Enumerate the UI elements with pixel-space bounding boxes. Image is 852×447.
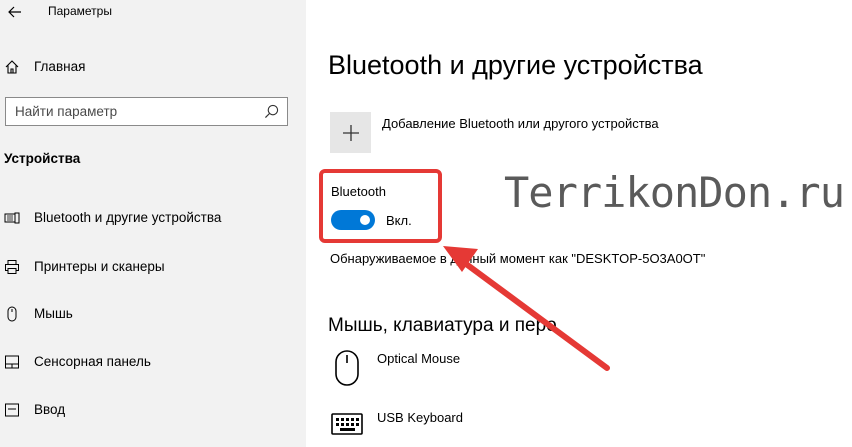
sidebar-item-label: Мышь bbox=[34, 306, 73, 321]
add-device-button[interactable]: Добавление Bluetooth или другого устройс… bbox=[330, 112, 710, 153]
mouse-icon bbox=[335, 350, 359, 386]
add-tile bbox=[330, 112, 371, 153]
sidebar-item-label: Bluetooth и другие устройства bbox=[34, 210, 222, 225]
home-label: Главная bbox=[34, 59, 86, 74]
sidebar-item-label: Принтеры и сканеры bbox=[34, 259, 165, 274]
sidebar: Параметры Главная Устройства Bluetooth и… bbox=[0, 0, 306, 447]
bluetooth-devices-icon bbox=[4, 212, 20, 224]
page-title: Bluetooth и другие устройства bbox=[328, 50, 703, 80]
mouse-icon bbox=[7, 306, 17, 322]
discoverable-text: Обнаруживаемое в данный момент как "DESK… bbox=[330, 251, 706, 266]
plus-icon bbox=[342, 124, 359, 141]
sidebar-item-label: Ввод bbox=[34, 402, 66, 417]
sidebar-item-home[interactable]: Главная bbox=[0, 54, 306, 80]
settings-window: Параметры Главная Устройства Bluetooth и… bbox=[0, 0, 852, 447]
search-input[interactable] bbox=[6, 98, 265, 125]
device-name: USB Keyboard bbox=[377, 410, 463, 425]
sidebar-item-touchpad[interactable]: Сенсорная панель bbox=[0, 347, 306, 377]
title-bar: Параметры bbox=[0, 0, 306, 26]
device-name: Optical Mouse bbox=[377, 351, 461, 366]
keyboard-icon bbox=[331, 413, 363, 435]
sidebar-item-input[interactable]: Ввод bbox=[0, 395, 306, 425]
keyboard-icon bbox=[5, 403, 19, 417]
device-item-mouse[interactable]: Optical Mouse bbox=[330, 349, 730, 393]
sidebar-item-label: Сенсорная панель bbox=[34, 354, 151, 369]
touchpad-icon bbox=[5, 355, 19, 369]
search-icon[interactable] bbox=[264, 104, 279, 119]
sidebar-item-printers[interactable]: Принтеры и сканеры bbox=[0, 252, 306, 282]
sidebar-item-mouse[interactable]: Мышь bbox=[0, 299, 306, 329]
highlight-box bbox=[319, 169, 442, 243]
back-arrow-icon bbox=[8, 6, 21, 18]
section-title-devices: Устройства bbox=[4, 151, 81, 166]
watermark: TerrikonDon.ru bbox=[504, 168, 845, 217]
printer-icon bbox=[5, 260, 19, 274]
home-icon bbox=[5, 60, 19, 74]
search-box bbox=[5, 97, 288, 126]
add-device-label: Добавление Bluetooth или другого устройс… bbox=[382, 116, 659, 131]
device-item-keyboard[interactable]: USB Keyboard bbox=[330, 408, 730, 447]
sidebar-item-bluetooth[interactable]: Bluetooth и другие устройства bbox=[0, 203, 306, 233]
main-content: Bluetooth и другие устройства Добавление… bbox=[306, 0, 852, 447]
app-title: Параметры bbox=[48, 4, 112, 18]
section-title-input-devices: Мышь, клавиатура и перо bbox=[328, 315, 557, 336]
back-button[interactable] bbox=[0, 0, 30, 24]
